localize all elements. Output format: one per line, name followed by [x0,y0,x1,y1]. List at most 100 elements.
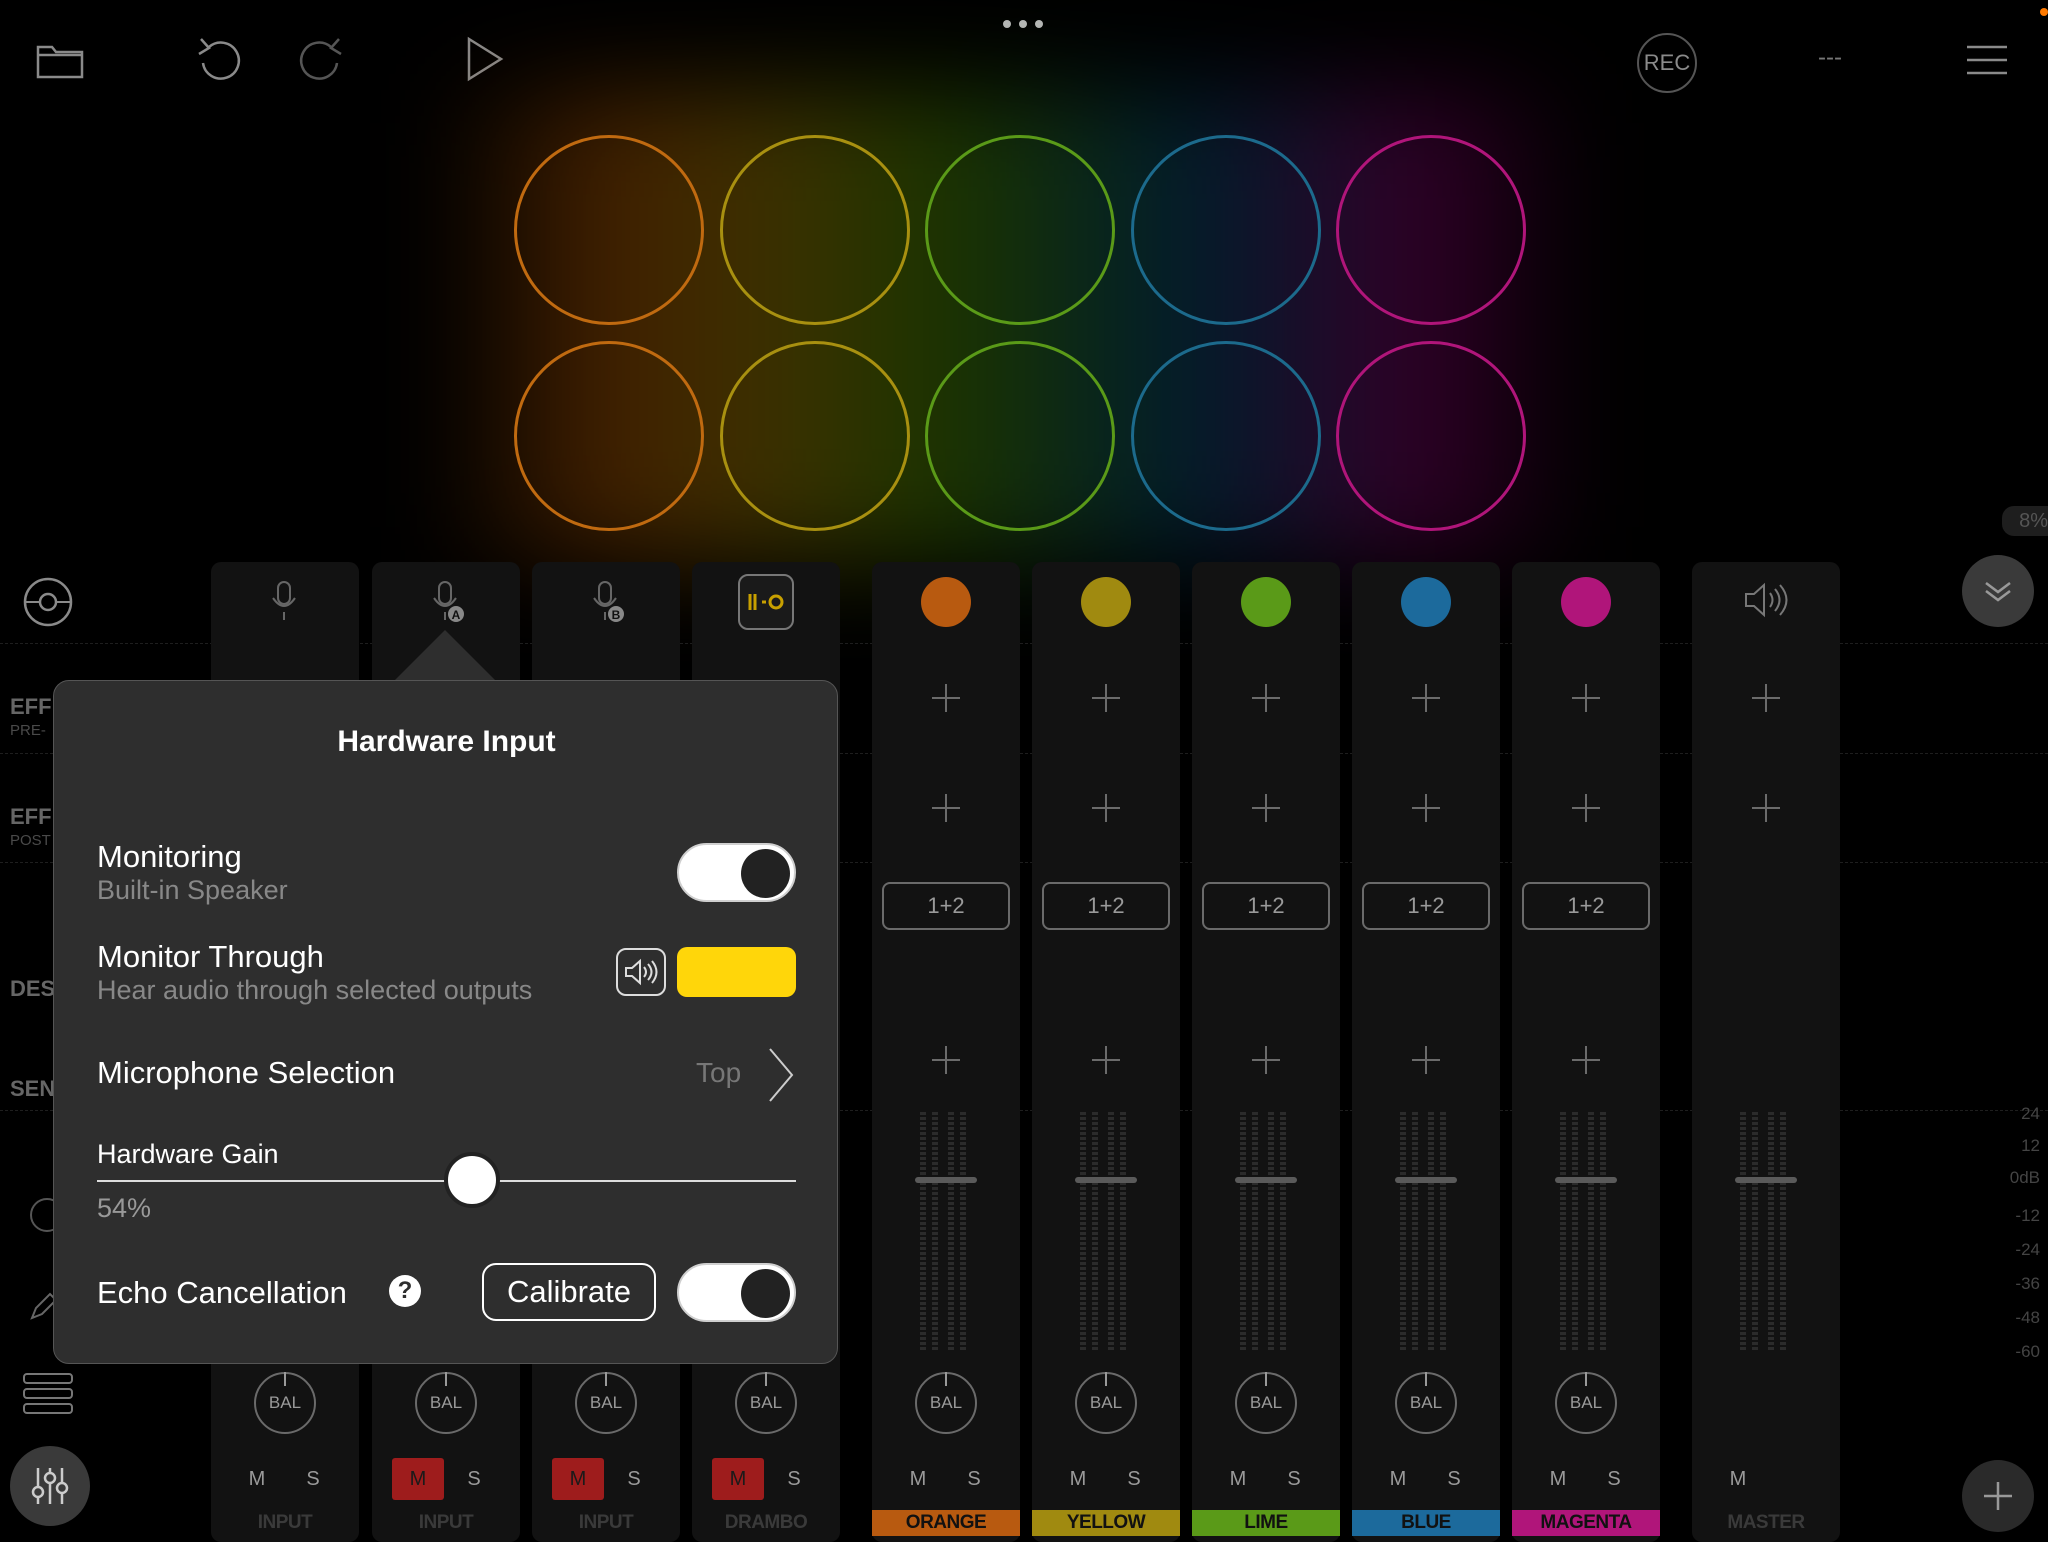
speaker-output-button[interactable] [616,948,666,996]
balance-knob[interactable]: BAL [415,1372,477,1434]
list-icon[interactable] [22,1372,78,1418]
mute-button[interactable]: M [1532,1458,1584,1500]
tempo-display[interactable]: --- [1800,44,1860,72]
record-button[interactable]: REC [1637,33,1697,93]
output-color-swatch[interactable] [677,947,796,997]
volume-fader[interactable] [1075,1177,1137,1183]
solo-button[interactable]: S [1268,1458,1320,1500]
more-dots-icon[interactable] [998,14,1048,34]
channel-name[interactable]: YELLOW [1032,1510,1180,1536]
channel-name[interactable]: ORANGE [872,1510,1020,1536]
mute-button[interactable]: M [1212,1458,1264,1500]
add-effect-button[interactable] [1572,794,1600,822]
microphone-b-icon[interactable]: B [586,580,626,624]
solo-button[interactable]: S [1588,1458,1640,1500]
solo-button[interactable]: S [448,1458,500,1500]
microphone-a-icon[interactable]: A [426,580,466,624]
volume-fader[interactable] [1735,1177,1797,1183]
add-effect-button[interactable] [1412,794,1440,822]
add-send-button[interactable] [1092,1046,1120,1074]
add-send-button[interactable] [932,1046,960,1074]
pad-2[interactable] [720,135,910,325]
balance-knob[interactable]: BAL [1075,1372,1137,1434]
add-effect-button[interactable] [1252,794,1280,822]
hardware-gain-thumb[interactable] [444,1152,500,1208]
solo-button[interactable]: S [1428,1458,1480,1500]
add-effect-button[interactable] [1092,794,1120,822]
mute-button[interactable]: M [712,1458,764,1500]
track-color-dot[interactable] [1561,577,1611,627]
output-route-button[interactable]: 1+2 [1362,882,1490,930]
balance-knob[interactable]: BAL [254,1372,316,1434]
output-route-button[interactable]: 1+2 [882,882,1010,930]
volume-fader[interactable] [1395,1177,1457,1183]
mute-button[interactable]: M [1052,1458,1104,1500]
pad-6[interactable] [514,341,704,531]
plugin-icon[interactable] [738,574,794,630]
add-effect-button[interactable] [1752,684,1780,712]
disc-icon[interactable] [22,576,74,628]
channel-name[interactable]: BLUE [1352,1510,1500,1536]
balance-knob[interactable]: BAL [1395,1372,1457,1434]
add-effect-button[interactable] [932,684,960,712]
echo-cancellation-toggle[interactable] [677,1263,796,1322]
add-send-button[interactable] [1572,1046,1600,1074]
redo-icon[interactable] [292,32,348,88]
pad-1[interactable] [514,135,704,325]
collapse-button[interactable] [1962,555,2034,627]
folder-icon[interactable] [34,38,86,82]
chevron-right-icon[interactable] [766,1045,796,1105]
speaker-icon[interactable] [1742,580,1790,620]
channel-name[interactable]: INPUT [211,1510,359,1536]
balance-knob[interactable]: BAL [915,1372,977,1434]
pad-8[interactable] [925,341,1115,531]
balance-knob[interactable]: BAL [735,1372,797,1434]
monitoring-toggle[interactable] [677,843,796,902]
mute-button[interactable]: M [1372,1458,1424,1500]
output-route-button[interactable]: 1+2 [1522,882,1650,930]
add-effect-button[interactable] [1572,684,1600,712]
volume-fader[interactable] [915,1177,977,1183]
add-effect-button[interactable] [1092,684,1120,712]
help-icon[interactable]: ? [389,1275,421,1307]
channel-name[interactable]: LIME [1192,1510,1340,1536]
track-color-dot[interactable] [1401,577,1451,627]
pad-4[interactable] [1131,135,1321,325]
add-effect-button[interactable] [932,794,960,822]
mute-button[interactable]: M [231,1458,283,1500]
output-route-button[interactable]: 1+2 [1042,882,1170,930]
channel-name[interactable]: DRAMBO [692,1510,840,1536]
mute-button[interactable]: M [1712,1458,1764,1500]
channel-name[interactable]: MASTER [1692,1510,1840,1536]
add-effect-button[interactable] [1752,794,1780,822]
solo-button[interactable]: S [608,1458,660,1500]
balance-knob[interactable]: BAL [1555,1372,1617,1434]
microphone-selection-value[interactable]: Top [696,1057,741,1089]
add-effect-button[interactable] [1252,684,1280,712]
add-track-button[interactable] [1962,1460,2034,1532]
mute-button[interactable]: M [552,1458,604,1500]
balance-knob[interactable]: BAL [1235,1372,1297,1434]
mute-button[interactable]: M [892,1458,944,1500]
undo-icon[interactable] [192,32,248,88]
solo-button[interactable]: S [287,1458,339,1500]
track-color-dot[interactable] [1241,577,1291,627]
microphone-icon[interactable] [265,580,305,624]
mute-button[interactable]: M [392,1458,444,1500]
play-icon[interactable] [460,34,510,84]
add-send-button[interactable] [1252,1046,1280,1074]
volume-fader[interactable] [1555,1177,1617,1183]
solo-button[interactable]: S [1108,1458,1160,1500]
pad-10[interactable] [1336,341,1526,531]
pad-3[interactable] [925,135,1115,325]
volume-fader[interactable] [1235,1177,1297,1183]
solo-button[interactable]: S [948,1458,1000,1500]
calibrate-button[interactable]: Calibrate [482,1263,656,1321]
balance-knob[interactable]: BAL [575,1372,637,1434]
track-color-dot[interactable] [1081,577,1131,627]
add-effect-button[interactable] [1412,684,1440,712]
solo-button[interactable]: S [768,1458,820,1500]
channel-name[interactable]: INPUT [532,1510,680,1536]
menu-icon[interactable] [1964,40,2010,80]
mixer-button[interactable] [10,1446,90,1526]
